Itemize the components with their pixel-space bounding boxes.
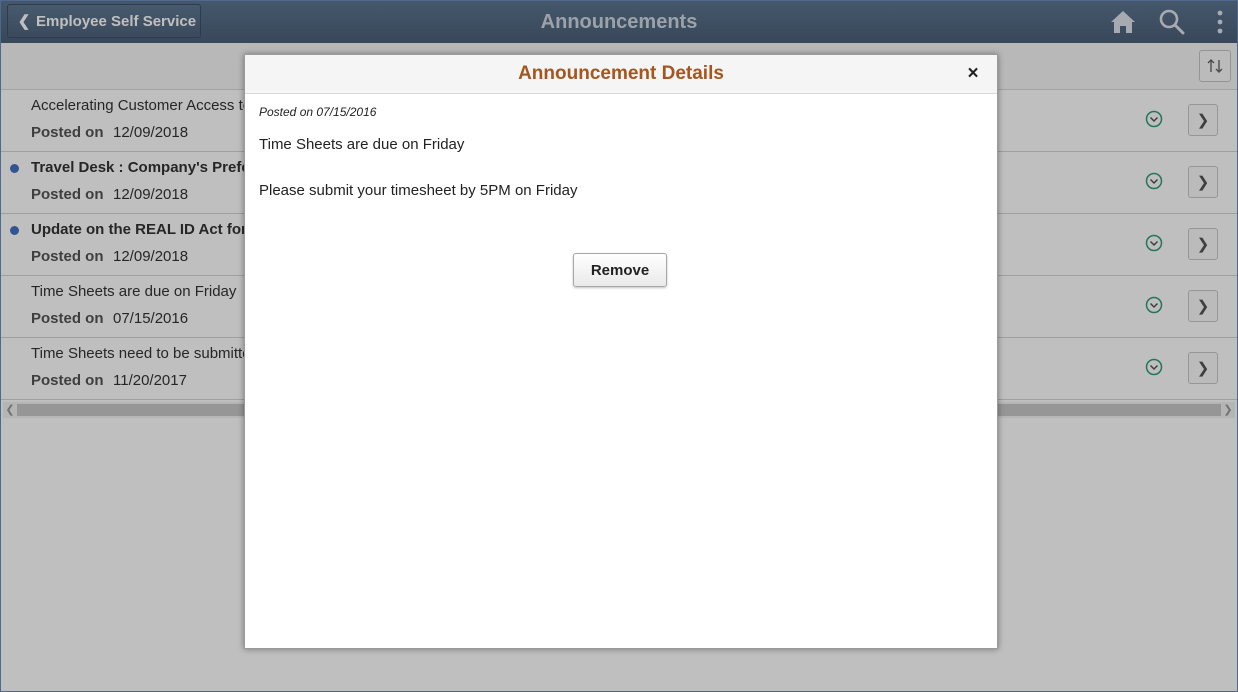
announcement-subject: Time Sheets are due on Friday xyxy=(259,136,465,153)
dialog-header: Announcement Details × xyxy=(245,55,997,94)
posted-on-text: Posted on 07/15/2016 xyxy=(259,105,377,119)
close-icon[interactable]: × xyxy=(963,64,983,84)
dialog-title: Announcement Details xyxy=(518,63,724,84)
announcement-body: Please submit your timesheet by 5PM on F… xyxy=(259,182,578,199)
remove-button[interactable]: Remove xyxy=(573,253,667,287)
announcement-details-dialog: Announcement Details × Posted on 07/15/2… xyxy=(244,54,998,649)
